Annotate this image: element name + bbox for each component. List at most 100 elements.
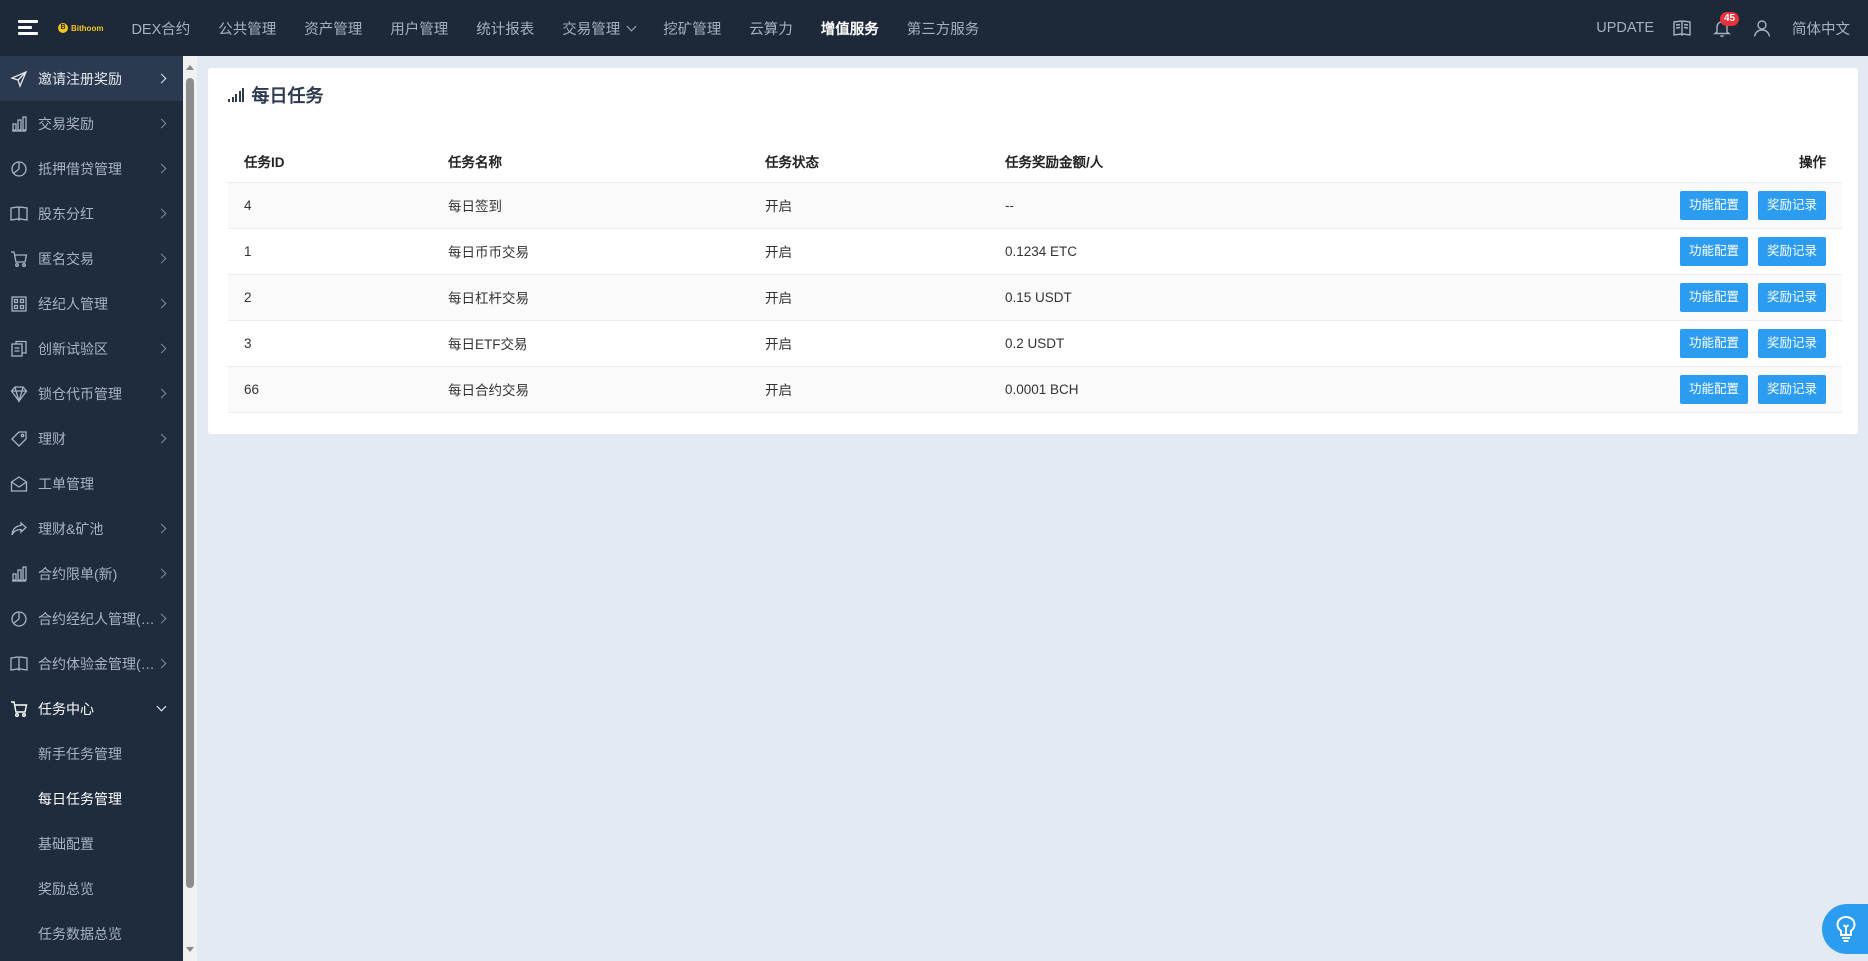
task-id-cell: 4 bbox=[228, 182, 432, 229]
nav-item-public[interactable]: 公共管理 bbox=[204, 0, 290, 56]
sidebar-item-contract-limit[interactable]: 合约限单(新) bbox=[0, 551, 183, 596]
nav-item-assets[interactable]: 资产管理 bbox=[290, 0, 376, 56]
nav-item-cloud-power[interactable]: 云算力 bbox=[735, 0, 807, 56]
table-row: 2 每日杠杆交易 开启 0.15 USDT 功能配置 奖励记录 bbox=[228, 274, 1842, 321]
language-selector[interactable]: 简体中文 bbox=[1792, 18, 1850, 39]
sidebar-subitem-reward-overview[interactable]: 奖励总览 bbox=[0, 866, 183, 911]
table-row: 66 每日合约交易 开启 0.0001 BCH 功能配置 奖励记录 bbox=[228, 366, 1842, 413]
bell-icon[interactable]: 45 bbox=[1712, 12, 1740, 38]
sidebar-item-label: 股东分红 bbox=[38, 205, 94, 222]
table-header-row: 任务ID 任务名称 任务状态 任务奖励金额/人 操作 bbox=[228, 140, 1842, 183]
sidebar-item-wealth[interactable]: 理财 bbox=[0, 416, 183, 461]
actions-cell: 功能配置 奖励记录 bbox=[1389, 274, 1842, 321]
pie-chart-icon bbox=[10, 610, 28, 628]
config-button[interactable]: 功能配置 bbox=[1679, 282, 1748, 312]
sidebar-item-task-center[interactable]: 任务中心 bbox=[0, 686, 183, 731]
coin-icon: B bbox=[58, 23, 68, 33]
sidebar-item-locked-tokens[interactable]: 锁仓代币管理 bbox=[0, 371, 183, 416]
sidebar-item-contract-trial-fund[interactable]: 合约体验金管理(新) bbox=[0, 641, 183, 686]
task-name-cell: 每日币币交易 bbox=[432, 228, 749, 275]
reward-records-button[interactable]: 奖励记录 bbox=[1757, 374, 1826, 404]
help-floating-button[interactable] bbox=[1822, 904, 1868, 954]
scroll-up-arrow-icon[interactable] bbox=[186, 65, 194, 70]
share-icon bbox=[10, 520, 28, 538]
column-header-task-status: 任务状态 bbox=[749, 140, 989, 183]
nav-item-mining[interactable]: 挖矿管理 bbox=[649, 0, 735, 56]
sidebar-item-dividends[interactable]: 股东分红 bbox=[0, 191, 183, 236]
chevron-right-icon bbox=[156, 118, 167, 129]
user-icon[interactable] bbox=[1752, 18, 1772, 38]
book-icon[interactable] bbox=[1672, 18, 1692, 38]
send-icon bbox=[10, 70, 28, 88]
reward-records-button[interactable]: 奖励记录 bbox=[1757, 328, 1826, 358]
nav-item-dex[interactable]: DEX合约 bbox=[117, 0, 204, 56]
config-button[interactable]: 功能配置 bbox=[1679, 190, 1748, 220]
actions-cell: 功能配置 奖励记录 bbox=[1389, 366, 1842, 413]
reward-records-button[interactable]: 奖励记录 bbox=[1757, 236, 1826, 266]
notification-badge: 45 bbox=[1720, 12, 1740, 26]
table-row: 1 每日币币交易 开启 0.1234 ETC 功能配置 奖励记录 bbox=[228, 228, 1842, 275]
update-link[interactable]: UPDATE bbox=[1596, 20, 1654, 36]
sidebar-item-broker[interactable]: 经纪人管理 bbox=[0, 281, 183, 326]
page-title: 每日任务 bbox=[228, 82, 324, 108]
page-title-text: 每日任务 bbox=[251, 86, 324, 106]
task-id-cell: 1 bbox=[228, 228, 432, 275]
sidebar-subitem-daily-tasks[interactable]: 每日任务管理 bbox=[0, 776, 183, 821]
mail-icon bbox=[10, 475, 28, 493]
bar-chart-icon bbox=[10, 565, 28, 583]
sidebar-item-anonymous-trade[interactable]: 匿名交易 bbox=[0, 236, 183, 281]
sidebar-item-label: 匿名交易 bbox=[38, 250, 94, 267]
logo[interactable]: B Bithoom bbox=[58, 23, 103, 33]
sidebar-item-tickets[interactable]: 工单管理 bbox=[0, 461, 183, 506]
sidebar-scrollbar[interactable] bbox=[183, 56, 197, 961]
config-button[interactable]: 功能配置 bbox=[1679, 236, 1748, 266]
sidebar-item-label: 理财 bbox=[38, 430, 66, 447]
cart-icon bbox=[10, 700, 28, 718]
chevron-right-icon bbox=[156, 343, 167, 354]
task-status-cell: 开启 bbox=[749, 182, 989, 229]
actions-cell: 功能配置 奖励记录 bbox=[1389, 228, 1842, 275]
chevron-right-icon bbox=[156, 433, 167, 444]
table-row: 3 每日ETF交易 开启 0.2 USDT 功能配置 奖励记录 bbox=[228, 320, 1842, 367]
column-header-actions: 操作 bbox=[1389, 140, 1842, 183]
menu-toggle-icon[interactable] bbox=[18, 20, 40, 36]
sidebar-item-label: 任务中心 bbox=[38, 700, 94, 717]
task-name-cell: 每日ETF交易 bbox=[432, 320, 749, 367]
sidebar-item-collateral-loans[interactable]: 抵押借贷管理 bbox=[0, 146, 183, 191]
sidebar-item-invite-rewards[interactable]: 邀请注册奖励 bbox=[0, 56, 183, 101]
grid-icon bbox=[10, 295, 28, 313]
logo-text: Bithoom bbox=[71, 23, 104, 33]
scrollbar-thumb[interactable] bbox=[186, 78, 194, 888]
reward-records-button[interactable]: 奖励记录 bbox=[1757, 190, 1826, 220]
chevron-right-icon bbox=[156, 523, 167, 534]
config-button[interactable]: 功能配置 bbox=[1679, 328, 1748, 358]
table-row: 4 每日签到 开启 -- 功能配置 奖励记录 bbox=[228, 182, 1842, 229]
sidebar-subitem-basic-config[interactable]: 基础配置 bbox=[0, 821, 183, 866]
task-reward-cell: 0.2 USDT bbox=[989, 320, 1389, 367]
chevron-right-icon bbox=[156, 73, 167, 84]
header-actions: UPDATE 45 简体中文 bbox=[1596, 0, 1868, 56]
nav-item-trading[interactable]: 交易管理 bbox=[548, 0, 649, 56]
nav-item-reports[interactable]: 统计报表 bbox=[462, 0, 548, 56]
sidebar-item-contract-broker[interactable]: 合约经纪人管理(新) bbox=[0, 596, 183, 641]
nav-item-users[interactable]: 用户管理 bbox=[376, 0, 462, 56]
nav-item-value-added[interactable]: 增值服务 bbox=[807, 0, 893, 56]
bar-chart-icon bbox=[10, 115, 28, 133]
sidebar-item-label: 理财&矿池 bbox=[38, 520, 104, 537]
sidebar-subitem-task-data-overview[interactable]: 任务数据总览 bbox=[0, 911, 183, 956]
main-nav: DEX合约 公共管理 资产管理 用户管理 统计报表 交易管理 挖矿管理 云算力 … bbox=[117, 0, 993, 56]
scroll-down-arrow-icon[interactable] bbox=[186, 947, 194, 952]
sidebar-item-wealth-pool[interactable]: 理财&矿池 bbox=[0, 506, 183, 551]
chevron-right-icon bbox=[156, 613, 167, 624]
reward-records-button[interactable]: 奖励记录 bbox=[1757, 282, 1826, 312]
book-icon bbox=[10, 205, 28, 223]
sidebar-subitem-newbie-tasks[interactable]: 新手任务管理 bbox=[0, 731, 183, 776]
config-button[interactable]: 功能配置 bbox=[1679, 374, 1748, 404]
sidebar-item-innovation-zone[interactable]: 创新试验区 bbox=[0, 326, 183, 371]
actions-cell: 功能配置 奖励记录 bbox=[1389, 320, 1842, 367]
nav-item-third-party[interactable]: 第三方服务 bbox=[893, 0, 994, 56]
chevron-right-icon bbox=[156, 163, 167, 174]
task-id-cell: 2 bbox=[228, 274, 432, 321]
task-id-cell: 66 bbox=[228, 366, 432, 413]
sidebar-item-trade-rewards[interactable]: 交易奖励 bbox=[0, 101, 183, 146]
